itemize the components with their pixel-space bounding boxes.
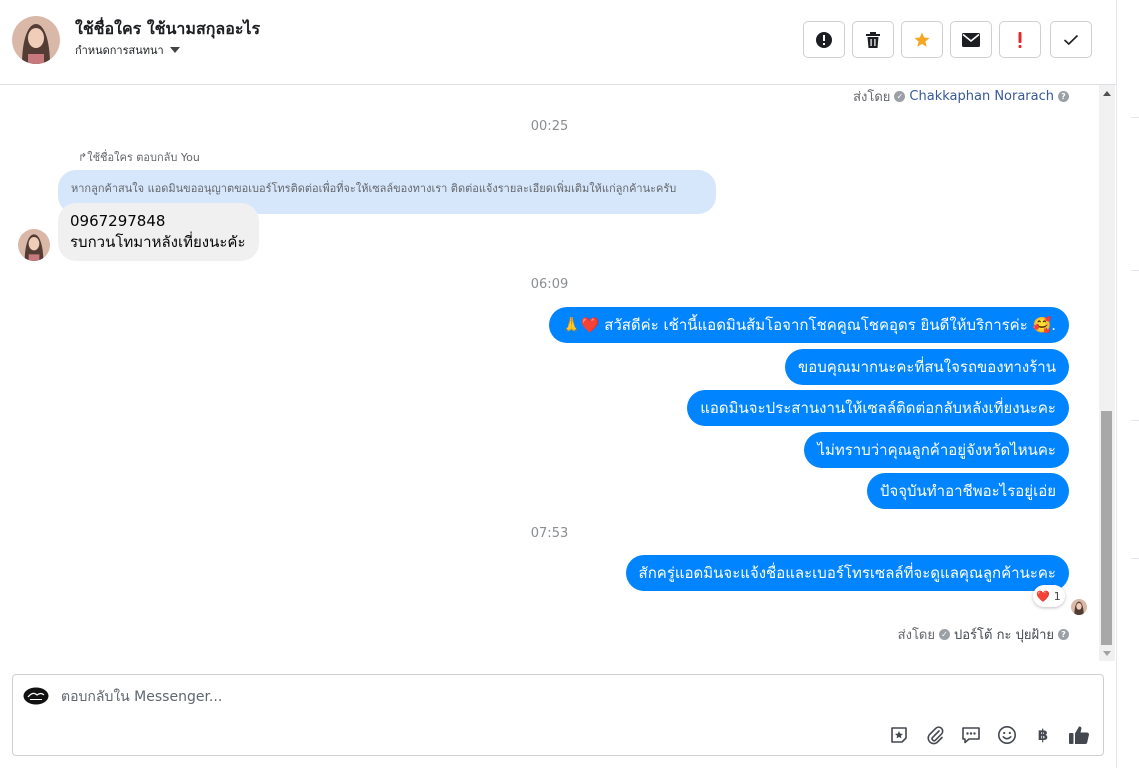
scrollbar-thumb[interactable] xyxy=(1101,411,1112,645)
reply-composer: ฿ xyxy=(12,674,1104,756)
conversation-header: ใช้ชื่อใคร ใช้นามสกุลอะไร กำหนดการสนทนา xyxy=(0,0,1116,85)
mark-unread-button[interactable] xyxy=(950,21,992,58)
outgoing-message[interactable]: แอดมินจะประสานงานให้เซลล์ติดต่อกลับหลังเ… xyxy=(687,390,1069,426)
exclamation-icon xyxy=(1018,31,1022,48)
contact-avatar[interactable] xyxy=(12,16,60,64)
message-input[interactable] xyxy=(61,685,661,709)
mark-done-button[interactable] xyxy=(1050,21,1092,58)
sender-name[interactable]: ปอร์โต้ กะ ปุยฝ้าย xyxy=(954,624,1054,645)
sent-by-bottom: ส่งโดย ✓ ปอร์โต้ กะ ปุยฝ้าย ? xyxy=(898,624,1069,645)
conversation-settings-dropdown[interactable]: กำหนดการสนทนา xyxy=(75,41,180,59)
divider xyxy=(1131,270,1139,271)
contact-name: ใช้ชื่อใคร ใช้นามสกุลอะไร xyxy=(75,19,261,38)
timestamp: 06:09 xyxy=(530,277,569,292)
saved-replies-icon xyxy=(962,727,980,744)
header-actions xyxy=(803,21,1092,58)
caret-down-icon xyxy=(169,47,180,53)
sticker-button[interactable] xyxy=(887,723,911,747)
conversation-settings-label: กำหนดการสนทนา xyxy=(75,44,164,57)
message-thread: ส่งโดย ✓ Chakkaphan Norarach ? 00:25 ↱ใช… xyxy=(0,85,1099,665)
like-button[interactable] xyxy=(1067,723,1091,747)
paperclip-icon xyxy=(927,726,944,745)
outgoing-message[interactable]: ไม่ทราบว่าคุณลูกค้าอยู่จังหวัดไหนคะ xyxy=(804,432,1069,468)
verified-icon: ✓ xyxy=(894,91,906,102)
messenger-inbox: ใช้ชื่อใคร ใช้นามสกุลอะไร กำหนดการสนทนา xyxy=(0,0,1139,768)
incoming-line-2: รบกวนโทมาหลังเที่ยงนะคัะ xyxy=(70,233,246,251)
sender-name[interactable]: Chakkaphan Norarach xyxy=(909,89,1054,104)
baht-icon: ฿ xyxy=(1037,726,1049,744)
alert-circle-icon xyxy=(816,31,832,48)
saved-replies-button[interactable] xyxy=(959,723,983,747)
envelope-icon xyxy=(962,32,980,47)
composer-toolbar: ฿ xyxy=(887,723,1091,747)
checkmark-icon xyxy=(1063,34,1079,45)
incoming-line-1: 0967297848 xyxy=(70,212,166,230)
outgoing-message[interactable]: สักครู่แอดมินจะแจ้งชื่อและเบอร์โทรเซลล์ท… xyxy=(625,555,1069,591)
timestamp: 07:53 xyxy=(530,526,569,541)
seen-by-avatar xyxy=(1071,599,1087,615)
sent-by-label: ส่งโดย xyxy=(853,90,891,105)
incoming-message[interactable]: 0967297848 รบกวนโทมาหลังเที่ยงนะคัะ xyxy=(58,203,259,261)
divider xyxy=(1131,420,1139,421)
verified-icon: ✓ xyxy=(939,629,950,640)
attach-button[interactable] xyxy=(923,723,947,747)
reply-note: ↱ใช้ชื่อใคร ตอบกลับ You xyxy=(78,151,200,164)
delete-button[interactable] xyxy=(852,21,894,58)
heart-reaction-icon: ❤️ xyxy=(1036,589,1050,603)
outgoing-message[interactable]: ปัจจุบันทำอาชีพอะไรอยู่เอ่ย xyxy=(866,473,1069,509)
trash-icon xyxy=(866,31,880,48)
divider xyxy=(1131,558,1139,559)
help-icon[interactable]: ? xyxy=(1058,629,1069,640)
payment-button[interactable]: ฿ xyxy=(1031,723,1055,747)
reaction-badge[interactable]: ❤️ 1 xyxy=(1033,585,1065,607)
page-logo-icon xyxy=(23,687,49,705)
sent-by-top: ส่งโดย ✓ Chakkaphan Norarach ? xyxy=(853,86,1069,107)
thread-scrollbar[interactable] xyxy=(1099,85,1115,661)
emoji-icon xyxy=(998,726,1016,744)
outgoing-message[interactable]: ขอบคุณมากนะคะที่สนใจรถของทางร้าน xyxy=(784,349,1069,385)
scroll-down-arrow-icon[interactable] xyxy=(1103,651,1111,656)
sticker-icon xyxy=(891,727,907,743)
divider xyxy=(1131,117,1139,118)
emoji-button[interactable] xyxy=(995,723,1019,747)
sent-by-label: ส่งโดย xyxy=(897,628,935,643)
contact-avatar-small[interactable] xyxy=(18,229,50,261)
reaction-count: 1 xyxy=(1053,589,1061,603)
help-icon[interactable]: ? xyxy=(1058,91,1069,102)
star-button[interactable] xyxy=(901,21,943,58)
thumbs-up-icon xyxy=(1069,726,1089,744)
outgoing-message[interactable]: 🙏❤️ สวัสดีค่ะ เช้านี้แอดมินส้มโอจากโชคคู… xyxy=(549,307,1069,343)
follow-up-button[interactable] xyxy=(999,21,1041,58)
mark-spam-button[interactable] xyxy=(803,21,845,58)
scroll-up-arrow-icon[interactable] xyxy=(1103,91,1111,96)
star-icon xyxy=(914,32,930,47)
timestamp: 00:25 xyxy=(530,119,569,134)
side-panel-edge xyxy=(1116,0,1139,768)
